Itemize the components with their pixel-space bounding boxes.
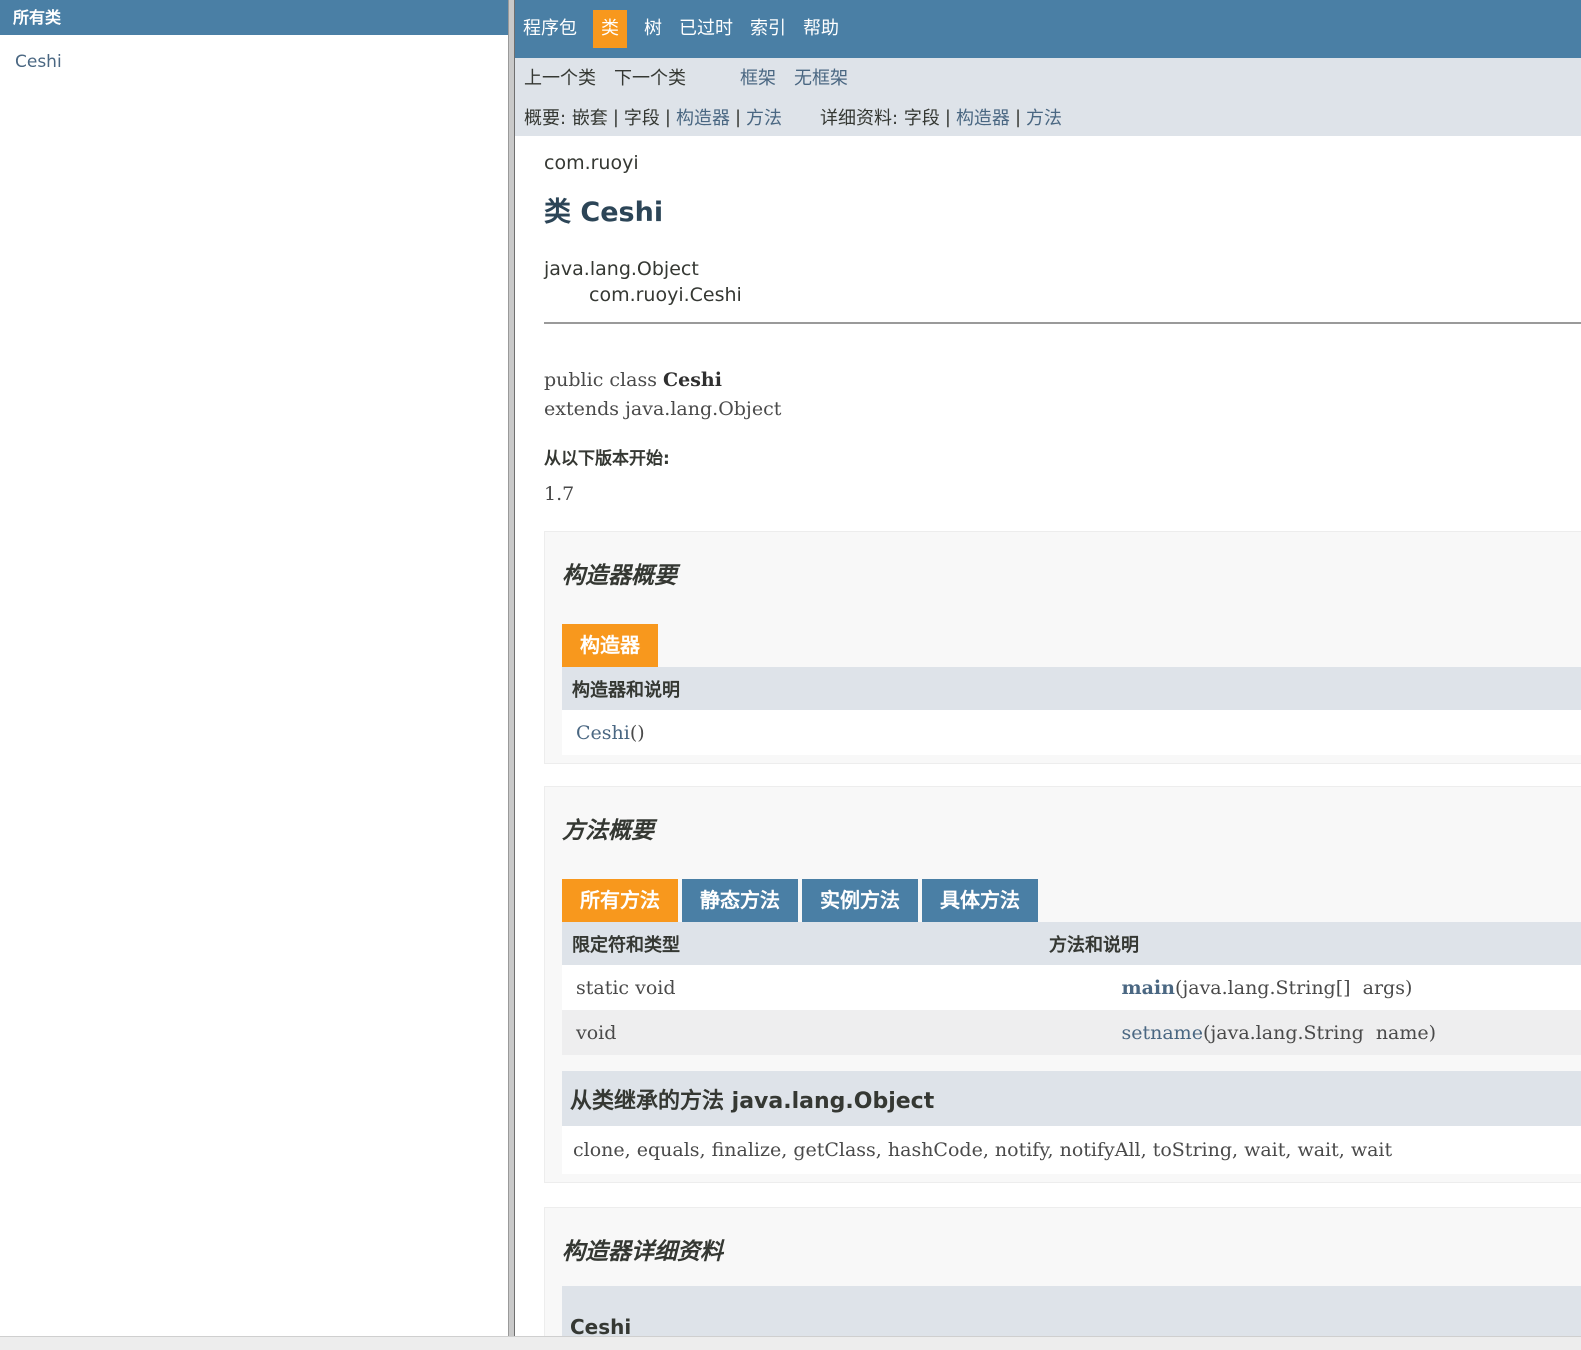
inheritance-parent: java.lang.Object bbox=[544, 258, 699, 280]
separator: | bbox=[1014, 106, 1022, 128]
tab-static-methods[interactable]: 静态方法 bbox=[682, 879, 798, 922]
constructor-detail-title: 构造器详细资料 bbox=[562, 1239, 723, 1265]
tab-concrete-methods[interactable]: 具体方法 bbox=[922, 879, 1038, 922]
method-params: (java.lang.String name) bbox=[1202, 1021, 1437, 1044]
separator: | bbox=[944, 106, 951, 128]
package-name: com.ruoyi bbox=[544, 152, 639, 174]
tab-all-methods[interactable]: 所有方法 bbox=[562, 879, 678, 922]
table-row: void setname(java.lang.String name) bbox=[562, 1010, 1581, 1055]
constructor-cell: Ceshi() bbox=[562, 722, 1035, 744]
method-summary-title: 方法概要 bbox=[562, 818, 654, 844]
all-classes-frame: 所有类 Ceshi bbox=[0, 0, 508, 1336]
table-row: Ceshi() bbox=[562, 710, 1581, 755]
inheritance-tree: java.lang.Object com.ruoyi.Ceshi bbox=[544, 256, 1581, 308]
summary-nested: 嵌套 bbox=[571, 108, 608, 129]
separator: | bbox=[734, 106, 742, 128]
method-cell: setname(java.lang.String name) bbox=[1035, 1000, 1436, 1066]
since-label: 从以下版本开始: bbox=[544, 449, 670, 469]
modifier-cell: static void bbox=[576, 976, 676, 999]
constructor-table: 构造器和说明 Ceshi() bbox=[562, 667, 1581, 755]
table-header: 构造器和说明 bbox=[562, 667, 1581, 710]
nav-package[interactable]: 程序包 bbox=[523, 10, 577, 48]
detail-method-link[interactable]: 方法 bbox=[1026, 104, 1062, 130]
since-value: 1.7 bbox=[544, 483, 575, 505]
constructor-detail-item: Ceshi bbox=[562, 1286, 1581, 1336]
frames-link[interactable]: 框架 bbox=[740, 64, 776, 90]
next-class: 下一个类 bbox=[614, 68, 686, 89]
class-link-ceshi[interactable]: Ceshi bbox=[15, 51, 508, 73]
separator: | bbox=[664, 106, 671, 128]
tab-constructors[interactable]: 构造器 bbox=[562, 624, 658, 667]
nav-class: 类 bbox=[593, 10, 627, 48]
header-method: 方法和说明 bbox=[1049, 934, 1139, 956]
constructor-link-ceshi[interactable]: Ceshi bbox=[576, 722, 630, 744]
constructor-summary-title: 构造器概要 bbox=[562, 563, 677, 589]
summary-constructor-link[interactable]: 构造器 bbox=[676, 104, 730, 130]
prev-class: 上一个类 bbox=[524, 68, 596, 89]
constructor-summary: 构造器概要 构造器 构造器和说明 Ceshi() bbox=[544, 531, 1581, 764]
divider bbox=[544, 322, 1581, 324]
summary-field: 字段 bbox=[623, 108, 660, 129]
subnav-summary-row: 概要: 嵌套 | 字段 | 构造器 | 方法 详细资料: 字段 | 构造器 | … bbox=[524, 98, 1581, 136]
class-content: com.ruoyi 类 Ceshi java.lang.Object com.r… bbox=[515, 152, 1581, 1336]
detail-constructor-link[interactable]: 构造器 bbox=[956, 104, 1010, 130]
method-summary: 方法概要 所有方法 静态方法 实例方法 具体方法 限定符和类型 方法和说明 st… bbox=[544, 786, 1581, 1183]
modifier-cell: void bbox=[576, 1021, 617, 1044]
top-navbar: 程序包 类 树 已过时 索引 帮助 bbox=[515, 0, 1581, 58]
header-constructor: 构造器和说明 bbox=[572, 679, 680, 701]
method-link-main[interactable]: main bbox=[1121, 977, 1174, 999]
decl-extends: extends java.lang.Object bbox=[544, 398, 782, 420]
page-title: 类 Ceshi bbox=[544, 197, 664, 228]
method-params: (java.lang.String[] args) bbox=[1174, 976, 1413, 999]
subnav-links-row: 上一个类 下一个类 框架 无框架 bbox=[524, 58, 1581, 98]
tab-instance-methods[interactable]: 实例方法 bbox=[802, 879, 918, 922]
method-link-setname[interactable]: setname bbox=[1121, 1022, 1202, 1044]
constructor-params: () bbox=[629, 721, 645, 744]
nav-tree[interactable]: 树 bbox=[644, 10, 662, 48]
class-list: Ceshi bbox=[0, 35, 508, 73]
inheritance-child: com.ruoyi.Ceshi bbox=[589, 284, 742, 306]
summary-label: 概要: bbox=[524, 108, 567, 129]
frame-splitter[interactable] bbox=[508, 0, 515, 1336]
summary-method-link[interactable]: 方法 bbox=[746, 104, 782, 130]
decl-prefix: public class bbox=[544, 369, 663, 391]
class-frame: 程序包 类 树 已过时 索引 帮助 上一个类 下一个类 框架 无框架 概要: 嵌… bbox=[515, 0, 1581, 1336]
inherited-methods-title: 从类继承的方法 java.lang.Object bbox=[562, 1071, 1581, 1126]
nav-deprecated[interactable]: 已过时 bbox=[679, 10, 733, 48]
nav-help[interactable]: 帮助 bbox=[803, 10, 839, 48]
detail-field: 字段 bbox=[903, 108, 940, 129]
nav-index[interactable]: 索引 bbox=[750, 10, 786, 48]
inherited-methods-list[interactable]: clone, equals, finalize, getClass, hashC… bbox=[562, 1126, 1581, 1174]
sub-navbar: 上一个类 下一个类 框架 无框架 概要: 嵌套 | 字段 | 构造器 | 方法 … bbox=[515, 58, 1581, 136]
window-bottom-edge bbox=[0, 1336, 1581, 1350]
separator: | bbox=[612, 106, 619, 128]
method-tabs: 所有方法 静态方法 实例方法 具体方法 bbox=[562, 879, 1581, 922]
constructor-detail: 构造器详细资料 Ceshi bbox=[544, 1207, 1581, 1336]
detail-label: 详细资料: bbox=[820, 108, 899, 129]
constructor-tabs: 构造器 bbox=[562, 624, 1581, 667]
class-declaration: public class Ceshi extends java.lang.Obj… bbox=[544, 366, 1581, 424]
method-table: 限定符和类型 方法和说明 static void main(java.lang.… bbox=[562, 922, 1581, 1055]
all-classes-header: 所有类 bbox=[0, 0, 508, 35]
decl-name: Ceshi bbox=[662, 369, 722, 391]
no-frames-link[interactable]: 无框架 bbox=[794, 64, 848, 90]
header-modifier: 限定符和类型 bbox=[572, 934, 680, 956]
